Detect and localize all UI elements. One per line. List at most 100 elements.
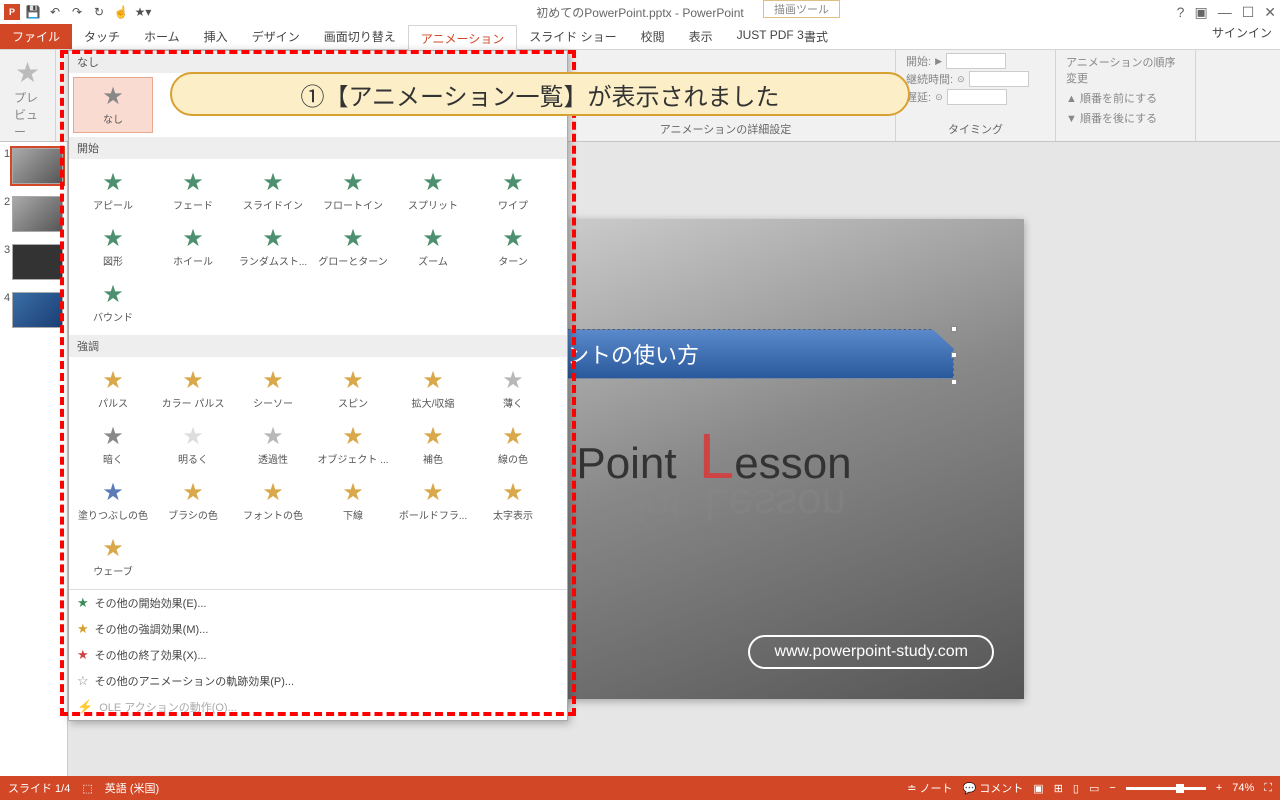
- thumb-3[interactable]: 3: [0, 238, 67, 286]
- anim-emphasis-item[interactable]: ★ウェーブ: [73, 529, 153, 585]
- preview-button[interactable]: ★ プレビュー ▾: [6, 52, 49, 155]
- tab-format[interactable]: 書式: [792, 24, 840, 49]
- slide-counter[interactable]: スライド 1/4: [8, 780, 70, 796]
- anim-emphasis-item[interactable]: ★フォントの色: [233, 473, 313, 529]
- tab-touch[interactable]: タッチ: [72, 24, 132, 49]
- signin-link[interactable]: サインイン: [1212, 24, 1272, 41]
- star-icon: ★: [102, 537, 124, 561]
- anim-entrance-item[interactable]: ★ホイール: [153, 219, 233, 275]
- save-icon[interactable]: 💾: [24, 3, 42, 21]
- anim-emphasis-item[interactable]: ★太字表示: [473, 473, 553, 529]
- thumb-1[interactable]: 1: [0, 142, 67, 190]
- tab-review[interactable]: 校閲: [629, 24, 677, 49]
- preview-star-icon: ★: [15, 56, 40, 89]
- anim-none[interactable]: ★なし: [73, 77, 153, 133]
- anim-entrance-item[interactable]: ★ワイプ: [473, 163, 553, 219]
- undo-icon[interactable]: ↶: [46, 3, 64, 21]
- tab-insert[interactable]: 挿入: [192, 24, 240, 49]
- star-icon: ★: [342, 481, 364, 505]
- anim-entrance-item[interactable]: ★図形: [73, 219, 153, 275]
- tab-transitions[interactable]: 画面切り替え: [312, 24, 408, 49]
- spell-icon[interactable]: ⬚: [82, 782, 92, 795]
- anim-emphasis-item[interactable]: ★オブジェクト ...: [313, 417, 393, 473]
- tab-view[interactable]: 表示: [677, 24, 725, 49]
- more-exit-effects[interactable]: ★その他の終了効果(X)...: [69, 642, 567, 668]
- ribbon-options-icon[interactable]: ▣: [1194, 4, 1207, 21]
- anim-emphasis-item[interactable]: ★カラー パルス: [153, 361, 233, 417]
- notes-button[interactable]: ≐ ノート: [907, 780, 952, 796]
- reading-view-icon[interactable]: ▯: [1073, 782, 1079, 795]
- star-icon: ★: [262, 227, 284, 251]
- anim-emphasis-item[interactable]: ★補色: [393, 417, 473, 473]
- zoom-level[interactable]: 74%: [1232, 782, 1254, 794]
- anim-entrance-item[interactable]: ★バウンド: [73, 275, 153, 331]
- anim-entrance-item[interactable]: ★ズーム: [393, 219, 473, 275]
- zoom-out-icon[interactable]: −: [1109, 782, 1115, 794]
- help-icon[interactable]: ?: [1177, 4, 1185, 20]
- touch-icon[interactable]: ☝: [112, 3, 130, 21]
- more-emphasis-effects[interactable]: ★その他の強調効果(M)...: [69, 616, 567, 642]
- anim-entrance-item[interactable]: ★フェード: [153, 163, 233, 219]
- star-icon: ★: [502, 369, 524, 393]
- star-icon: ★: [342, 171, 364, 195]
- move-later[interactable]: ▼ 順番を後にする: [1062, 108, 1189, 128]
- zoom-slider[interactable]: [1126, 787, 1206, 790]
- comments-button[interactable]: 💬 コメント: [963, 780, 1024, 796]
- tab-home[interactable]: ホーム: [132, 24, 192, 49]
- anim-emphasis-item[interactable]: ★線の色: [473, 417, 553, 473]
- more-motion-paths[interactable]: ☆その他のアニメーションの軌跡効果(P)...: [69, 668, 567, 694]
- anim-emphasis-item[interactable]: ★透過性: [233, 417, 313, 473]
- slide-url[interactable]: www.powerpoint-study.com: [748, 635, 994, 669]
- more-entrance-effects[interactable]: ★その他の開始効果(E)...: [69, 590, 567, 616]
- anim-entrance-item[interactable]: ★ランダムスト...: [233, 219, 313, 275]
- tab-animations[interactable]: アニメーション: [408, 25, 518, 50]
- maximize-icon[interactable]: ☐: [1242, 4, 1255, 21]
- anim-emphasis-item[interactable]: ★塗りつぶしの色: [73, 473, 153, 529]
- thumb-4[interactable]: 4: [0, 286, 67, 334]
- anim-emphasis-item[interactable]: ★ボールドフラ...: [393, 473, 473, 529]
- anim-entrance-item[interactable]: ★フロートイン: [313, 163, 393, 219]
- statusbar: スライド 1/4 ⬚ 英語 (米国) ≐ ノート 💬 コメント ▣ ⊞ ▯ ▭ …: [0, 776, 1280, 800]
- language-indicator[interactable]: 英語 (米国): [105, 780, 159, 796]
- star-icon: ★: [422, 171, 444, 195]
- star-icon: ★: [502, 425, 524, 449]
- anim-entrance-item[interactable]: ★スライドイン: [233, 163, 313, 219]
- move-earlier[interactable]: ▲ 順番を前にする: [1062, 88, 1189, 108]
- anim-emphasis-item[interactable]: ★下線: [313, 473, 393, 529]
- minimize-icon[interactable]: —: [1218, 4, 1232, 20]
- sorter-view-icon[interactable]: ⊞: [1054, 782, 1063, 795]
- close-icon[interactable]: ✕: [1264, 4, 1276, 21]
- tab-design[interactable]: デザイン: [240, 24, 312, 49]
- star-icon: ★: [342, 227, 364, 251]
- redo-icon[interactable]: ↷: [68, 3, 86, 21]
- anim-entrance-item[interactable]: ★ターン: [473, 219, 553, 275]
- zoom-in-icon[interactable]: +: [1216, 782, 1222, 794]
- repeat-icon[interactable]: ↻: [90, 3, 108, 21]
- fit-to-window-icon[interactable]: ⛶: [1264, 782, 1272, 795]
- duration-input[interactable]: [969, 71, 1029, 87]
- star-icon: ★: [102, 171, 124, 195]
- tab-slideshow[interactable]: スライド ショー: [517, 24, 628, 49]
- anim-emphasis-item[interactable]: ★スピン: [313, 361, 393, 417]
- star-icon[interactable]: ★▾: [134, 3, 152, 21]
- thumb-2[interactable]: 2: [0, 190, 67, 238]
- anim-emphasis-item[interactable]: ★暗く: [73, 417, 153, 473]
- anim-emphasis-item[interactable]: ★拡大/収縮: [393, 361, 473, 417]
- gallery-section-none: なし: [69, 51, 567, 73]
- anim-emphasis-item[interactable]: ★明るく: [153, 417, 233, 473]
- star-icon: ★: [102, 425, 124, 449]
- anim-emphasis-item[interactable]: ★ブラシの色: [153, 473, 233, 529]
- slideshow-view-icon[interactable]: ▭: [1089, 782, 1099, 795]
- anim-emphasis-item[interactable]: ★パルス: [73, 361, 153, 417]
- anim-entrance-item[interactable]: ★グローとターン: [313, 219, 393, 275]
- anim-entrance-item[interactable]: ★スプリット: [393, 163, 473, 219]
- delay-input[interactable]: [947, 89, 1007, 105]
- tab-file[interactable]: ファイル: [0, 24, 72, 49]
- normal-view-icon[interactable]: ▣: [1033, 782, 1043, 795]
- star-icon: ★: [182, 171, 204, 195]
- star-icon: ★: [182, 227, 204, 251]
- anim-emphasis-item[interactable]: ★薄く: [473, 361, 553, 417]
- start-input[interactable]: [946, 53, 1006, 69]
- anim-emphasis-item[interactable]: ★シーソー: [233, 361, 313, 417]
- anim-entrance-item[interactable]: ★アピール: [73, 163, 153, 219]
